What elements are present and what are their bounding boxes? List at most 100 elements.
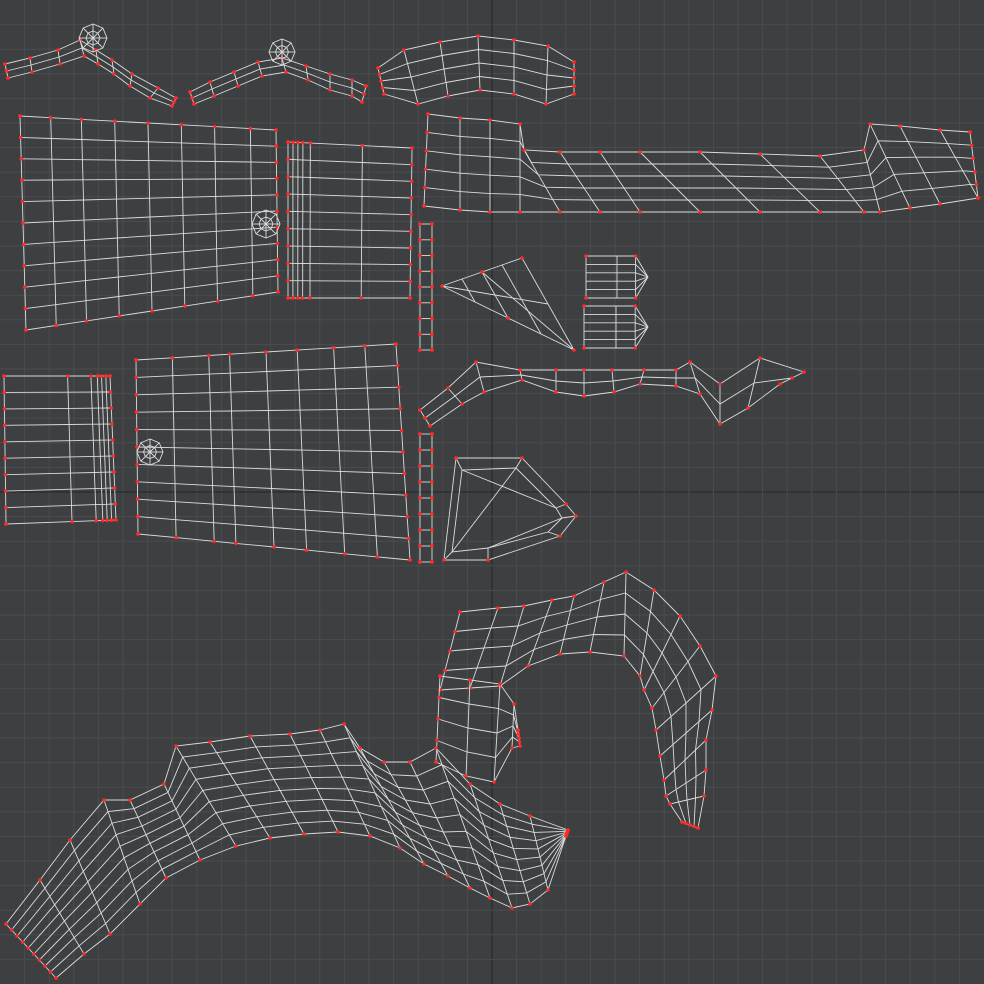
seam-vertex[interactable] [818, 210, 822, 214]
seam-vertex[interactable] [4, 522, 8, 526]
seam-vertex[interactable] [408, 558, 412, 562]
seam-vertex[interactable] [582, 346, 586, 350]
seam-vertex[interactable] [95, 374, 100, 378]
seam-vertex[interactable] [558, 150, 562, 154]
seam-vertex[interactable] [418, 332, 422, 337]
seam-vertex[interactable] [938, 128, 942, 132]
seam-vertex[interactable] [598, 150, 602, 154]
seam-vertex[interactable] [642, 688, 646, 692]
seam-vertex[interactable] [434, 760, 438, 764]
seam-vertex[interactable] [704, 738, 708, 742]
seam-vertex[interactable] [48, 970, 53, 974]
seam-vertex[interactable] [148, 96, 152, 100]
seam-vertex[interactable] [401, 450, 405, 454]
seam-vertex[interactable] [512, 702, 516, 706]
seam-vertex[interactable] [31, 952, 36, 956]
seam-vertex[interactable] [402, 471, 407, 476]
seam-vertex[interactable] [2, 374, 6, 378]
seam-vertex[interactable] [30, 70, 34, 74]
seam-vertex[interactable] [658, 754, 662, 758]
seam-vertex[interactable] [300, 296, 305, 300]
seam-vertex[interactable] [633, 346, 637, 350]
seam-vertex[interactable] [588, 650, 592, 654]
seam-vertex[interactable] [82, 952, 86, 956]
seam-vertex[interactable] [680, 820, 684, 824]
seam-vertex[interactable] [248, 734, 252, 738]
seam-vertex[interactable] [758, 356, 762, 360]
seam-vertex[interactable] [251, 294, 255, 298]
seam-vertex[interactable] [3, 472, 8, 477]
seam-vertex[interactable] [174, 744, 178, 748]
seam-vertex[interactable] [275, 193, 279, 197]
seam-vertex[interactable] [430, 464, 434, 468]
seam-vertex[interactable] [698, 392, 702, 396]
seam-vertex[interactable] [423, 167, 428, 171]
seam-vertex[interactable] [518, 122, 522, 126]
seam-vertex[interactable] [103, 374, 108, 378]
seam-vertex[interactable] [291, 140, 295, 145]
seam-vertex[interactable] [3, 62, 7, 66]
seam-vertex[interactable] [862, 148, 866, 152]
seam-vertex[interactable] [698, 644, 702, 648]
seam-vertex[interactable] [3, 505, 8, 510]
seam-vertex[interactable] [248, 126, 253, 131]
seam-vertex[interactable] [288, 732, 292, 736]
seam-vertex[interactable] [28, 56, 32, 60]
seam-vertex[interactable] [468, 886, 472, 890]
seam-vertex[interactable] [364, 84, 368, 88]
seam-vertex[interactable] [48, 115, 53, 120]
seam-vertex[interactable] [430, 237, 434, 242]
seam-vertex[interactable] [128, 84, 132, 88]
seam-vertex[interactable] [674, 384, 678, 388]
seam-vertex[interactable] [236, 84, 240, 88]
seam-vertex[interactable] [698, 150, 702, 154]
seam-vertex[interactable] [112, 119, 117, 123]
seam-vertex[interactable] [409, 229, 413, 234]
seam-vertex[interactable] [908, 206, 912, 210]
seam-vertex[interactable] [528, 814, 532, 818]
seam-vertex[interactable] [409, 212, 413, 217]
seam-vertex[interactable] [350, 94, 354, 98]
seam-vertex[interactable] [108, 932, 112, 936]
seam-vertex[interactable] [162, 782, 166, 786]
seam-vertex[interactable] [440, 284, 444, 288]
seam-vertex[interactable] [430, 560, 434, 564]
seam-vertex[interactable] [398, 407, 403, 411]
seam-vertex[interactable] [558, 210, 562, 214]
seam-vertex[interactable] [558, 534, 562, 538]
seam-vertex[interactable] [134, 410, 139, 415]
seam-vertex[interactable] [554, 368, 558, 372]
seam-vertex[interactable] [425, 130, 430, 135]
seam-vertex[interactable] [546, 44, 550, 48]
seam-vertex[interactable] [232, 70, 236, 74]
seam-vertex[interactable] [108, 390, 113, 394]
seam-vertex[interactable] [572, 60, 576, 64]
seam-vertex[interactable] [4, 922, 8, 926]
seam-vertex[interactable] [112, 486, 117, 490]
seam-vertex[interactable] [584, 296, 588, 300]
seam-vertex[interactable] [418, 496, 422, 500]
seam-vertex[interactable] [430, 512, 434, 516]
seam-vertex[interactable] [260, 74, 264, 78]
seam-vertex[interactable] [698, 210, 702, 214]
seam-vertex[interactable] [274, 160, 279, 165]
seam-vertex[interactable] [172, 100, 176, 104]
seam-vertex[interactable] [418, 512, 422, 516]
seam-vertex[interactable] [710, 708, 714, 712]
seam-vertex[interactable] [342, 722, 346, 726]
seam-vertex[interactable] [971, 156, 975, 161]
seam-vertex[interactable] [286, 140, 290, 144]
seam-vertex[interactable] [518, 210, 522, 214]
seam-vertex[interactable] [212, 124, 217, 129]
seam-vertex[interactable] [397, 385, 401, 390]
seam-vertex[interactable] [112, 470, 116, 474]
seam-vertex[interactable] [862, 210, 866, 214]
seam-vertex[interactable] [350, 78, 354, 82]
seam-vertex[interactable] [234, 541, 238, 546]
seam-vertex[interactable] [408, 296, 412, 300]
seam-vertex[interactable] [54, 323, 59, 328]
seam-vertex[interactable] [688, 823, 692, 827]
seam-vertex[interactable] [430, 544, 434, 548]
seam-vertex[interactable] [135, 427, 139, 432]
seam-vertex[interactable] [101, 518, 105, 523]
